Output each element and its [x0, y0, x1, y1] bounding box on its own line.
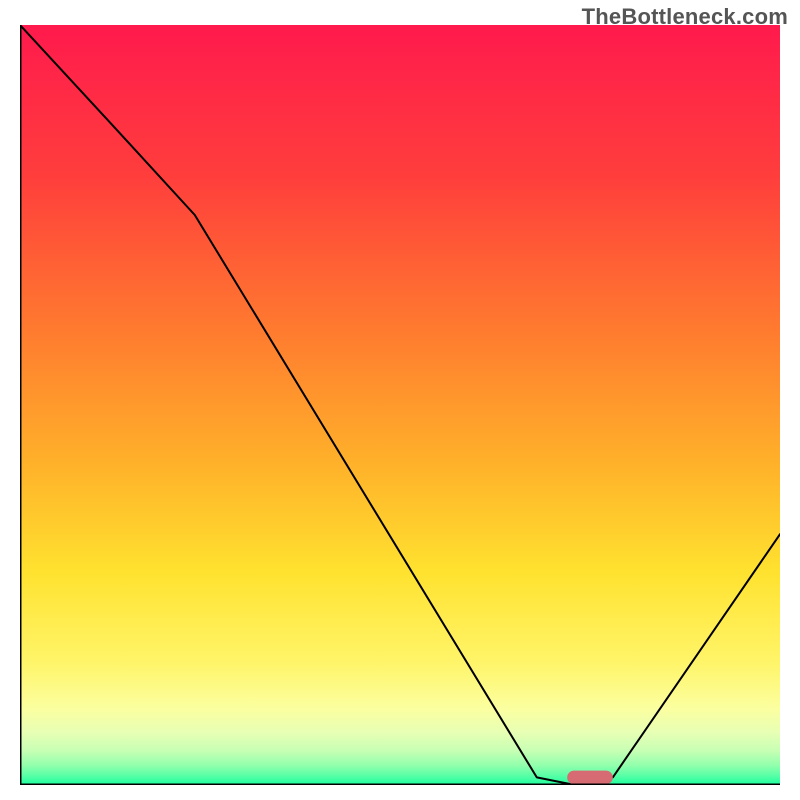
optimal-marker	[567, 771, 613, 785]
chart-container: TheBottleneck.com	[0, 0, 800, 800]
watermark-text: TheBottleneck.com	[582, 4, 788, 30]
plot-area	[20, 25, 780, 785]
chart-background	[20, 25, 780, 785]
chart-svg	[20, 25, 780, 785]
